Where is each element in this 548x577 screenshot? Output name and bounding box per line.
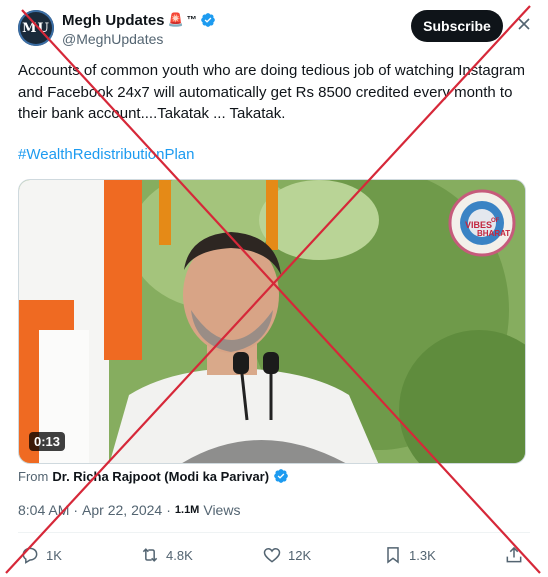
tweet-date[interactable]: Apr 22, 2024 (82, 502, 162, 518)
watermark-text-bharat: BHARAT (477, 229, 510, 238)
video-duration: 0:13 (29, 432, 66, 451)
siren-emoji: 🚨 (167, 12, 184, 27)
meta-separator: · (166, 502, 171, 518)
bookmark-count: 1.3K (409, 547, 436, 563)
video-player[interactable]: VIBES OF BHARAT 0:13 (18, 179, 526, 464)
like-button[interactable]: 12K (262, 543, 311, 567)
tweet-card: MU Megh Updates 🚨 ™ @MeghUpdates Subscri… (0, 0, 548, 577)
share-icon (506, 546, 522, 563)
reply-count: 1K (46, 547, 62, 563)
watermark-logo: VIBES OF BHARAT (447, 188, 517, 258)
views-label: Views (203, 502, 241, 518)
reply-icon (22, 547, 38, 564)
divider (18, 532, 530, 533)
verified-badge-icon (200, 13, 215, 27)
repost-icon (142, 548, 158, 562)
repost-count: 4.8K (166, 547, 193, 563)
author-handle[interactable]: @MeghUpdates (62, 31, 216, 47)
source-author-link[interactable]: Dr. Richa Rajpoot (Modi ka Parivar) (52, 469, 269, 484)
author-name[interactable]: Megh Updates (62, 12, 165, 29)
author-name-row: Megh Updates 🚨 ™ (62, 10, 216, 30)
watermark-text-of: OF (491, 218, 500, 224)
hashtag-link[interactable]: #WealthRedistributionPlan (18, 146, 195, 163)
avatar[interactable]: MU (18, 10, 54, 46)
repost-button[interactable]: 4.8K (140, 543, 193, 567)
from-label: From (18, 468, 49, 484)
more-options-icon[interactable] (512, 12, 536, 36)
action-bar: 1K 4.8K 12K 1.3K (18, 543, 530, 567)
tweet-meta: 8:04 AM · Apr 22, 2024 · 1.1M Views (18, 500, 240, 520)
trademark-symbol: ™ (186, 14, 197, 26)
subscribe-button[interactable]: Subscribe (411, 10, 503, 42)
heart-icon (263, 547, 281, 563)
tweet-time[interactable]: 8:04 AM (18, 502, 69, 518)
source-attribution: From Dr. Richa Rajpoot (Modi ka Parivar) (18, 466, 289, 486)
views-count: 1.1M (174, 504, 200, 516)
tweet-text: Accounts of common youth who are doing t… (18, 62, 525, 122)
share-button[interactable] (504, 543, 524, 567)
meta-separator: · (73, 502, 79, 518)
author-block: Megh Updates 🚨 ™ @MeghUpdates (62, 10, 216, 47)
bookmark-button[interactable]: 1.3K (383, 543, 436, 567)
verified-badge-icon (274, 469, 288, 483)
like-count: 12K (288, 547, 312, 563)
bookmark-icon (387, 547, 399, 564)
reply-button[interactable]: 1K (20, 543, 62, 567)
